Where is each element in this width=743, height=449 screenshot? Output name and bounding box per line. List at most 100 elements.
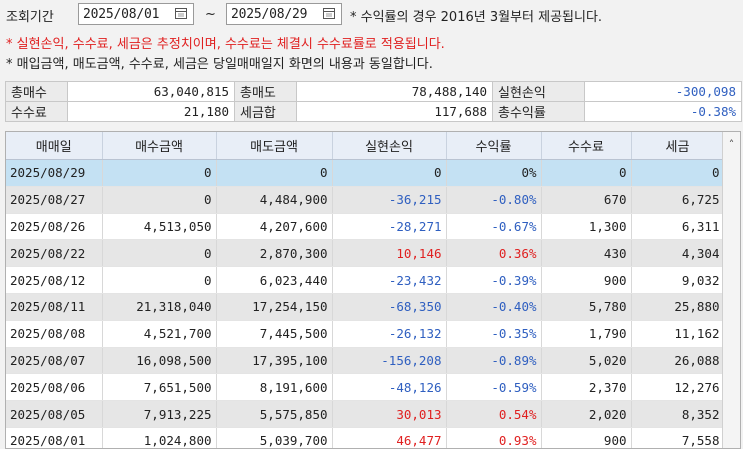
chevron-up-icon[interactable]: ˄	[723, 132, 740, 156]
total-return-value: -0.38%	[584, 101, 742, 122]
end-date-value: 2025/08/29	[231, 6, 308, 22]
cell-sell: 4,484,900	[216, 186, 333, 214]
cell-sell: 8,191,600	[216, 373, 333, 402]
vertical-scrollbar[interactable]: ˄	[722, 132, 740, 448]
cell-buy: 0	[102, 159, 217, 187]
cell-ret: 0%	[446, 159, 542, 187]
cell-pnl: -68,350	[332, 293, 447, 321]
cell-tax: 11,162	[631, 320, 725, 348]
start-date-value: 2025/08/01	[83, 6, 160, 22]
cell-pnl: -23,432	[332, 266, 447, 294]
cell-fee: 5,020	[541, 347, 632, 375]
table-row[interactable]: 2025/08/29 0 0 0 0% 0 0	[6, 159, 725, 187]
cell-pnl: -156,208	[332, 347, 447, 375]
fee-label: 수수료	[5, 101, 68, 122]
tax-label: 세금합	[234, 101, 297, 122]
table-row[interactable]: 2025/08/22 0 2,870,300 10,146 0.36% 430 4,304	[6, 239, 725, 268]
column-header[interactable]: 세금	[631, 132, 725, 160]
cell-pnl: -36,215	[332, 186, 447, 214]
fee-value: 21,180	[67, 101, 235, 122]
trade-table: 매매일 매수금액 매도금액 실현손익 수익률 수수료 세금 2025/08/29 0 0 0 0% 0…	[6, 132, 725, 448]
cell-sell: 6,023,440	[216, 266, 333, 294]
table-row[interactable]: 2025/08/12 0 6,023,440 -23,432 -0.39% 900 9,03…	[6, 266, 725, 294]
cell-ret: -0.67%	[446, 213, 542, 241]
trade-grid[interactable]: 매매일 매수금액 매도금액 실현손익 수익률 수수료 세금 2025/08/29 0 0 0 0% 0…	[5, 131, 741, 449]
cell-tax: 0	[631, 159, 725, 187]
cell-buy: 7,651,500	[102, 373, 217, 402]
cell-sell: 4,207,600	[216, 213, 333, 241]
realized-pnl-label: 실현손익	[492, 81, 585, 102]
period-label: 조회기간	[6, 10, 54, 25]
cell-date: 2025/08/07	[6, 347, 103, 375]
calendar-icon[interactable]	[173, 5, 191, 23]
cell-sell: 2,870,300	[216, 239, 333, 268]
column-header[interactable]: 수익률	[446, 132, 542, 160]
table-row[interactable]: 2025/08/27 0 4,484,900 -36,215 -0.80% 670 6,72…	[6, 186, 725, 214]
cell-fee: 900	[541, 266, 632, 294]
cell-pnl: -28,271	[332, 213, 447, 241]
column-header[interactable]: 실현손익	[332, 132, 447, 160]
total-buy-value: 63,040,815	[67, 81, 235, 102]
column-header[interactable]: 매도금액	[216, 132, 333, 160]
cell-buy: 21,318,040	[102, 293, 217, 321]
estimate-note: * 실현손익, 수수료, 세금은 추정치이며, 수수료는 체결시 수수료률로 적…	[6, 37, 445, 52]
cell-date: 2025/08/08	[6, 320, 103, 348]
column-header[interactable]: 수수료	[541, 132, 632, 160]
cell-ret: -0.40%	[446, 293, 542, 321]
cell-tax: 12,276	[631, 373, 725, 402]
cell-ret: -0.35%	[446, 320, 542, 348]
calendar-icon[interactable]	[321, 5, 339, 23]
cell-tax: 6,725	[631, 186, 725, 214]
cell-ret: -0.59%	[446, 373, 542, 402]
cell-ret: 0.36%	[446, 239, 542, 268]
cell-buy: 4,521,700	[102, 320, 217, 348]
summary-table: 총매수 63,040,815 총매도 78,488,140 실현손익 -300,…	[5, 81, 742, 122]
cell-fee: 430	[541, 239, 632, 268]
cell-buy: 1,024,800	[102, 427, 217, 448]
cell-date: 2025/08/05	[6, 400, 103, 428]
cell-date: 2025/08/26	[6, 213, 103, 241]
cell-date: 2025/08/11	[6, 293, 103, 321]
cell-buy: 0	[102, 186, 217, 214]
cell-tax: 4,304	[631, 239, 725, 268]
cell-ret: -0.80%	[446, 186, 542, 214]
cell-ret: -0.89%	[446, 347, 542, 375]
table-row[interactable]: 2025/08/08 4,521,700 7,445,500 -26,132 -0.35…	[6, 320, 725, 348]
cell-sell: 0	[216, 159, 333, 187]
cell-buy: 0	[102, 266, 217, 294]
cell-pnl: 10,146	[332, 239, 447, 268]
cell-sell: 17,395,100	[216, 347, 333, 375]
cell-date: 2025/08/29	[6, 159, 103, 187]
table-row[interactable]: 2025/08/11 21,318,040 17,254,150 -68,350 -0.…	[6, 293, 725, 321]
cell-tax: 7,558	[631, 427, 725, 448]
column-header[interactable]: 매수금액	[102, 132, 217, 160]
cell-fee: 0	[541, 159, 632, 187]
table-row[interactable]: 2025/08/01 1,024,800 5,039,700 46,477 0.93% 9…	[6, 427, 725, 448]
table-row[interactable]: 2025/08/26 4,513,050 4,207,600 -28,271 -0.67…	[6, 213, 725, 241]
date-range-separator: ~	[205, 7, 216, 22]
same-content-note: * 매입금액, 매도금액, 수수료, 세금은 당일매매일지 화면의 내용과 동일…	[6, 57, 433, 72]
end-date-field[interactable]: 2025/08/29	[226, 3, 342, 25]
cell-fee: 670	[541, 186, 632, 214]
cell-fee: 1,790	[541, 320, 632, 348]
table-row[interactable]: 2025/08/06 7,651,500 8,191,600 -48,126 -0.59…	[6, 373, 725, 402]
table-row[interactable]: 2025/08/07 16,098,500 17,395,100 -156,208 -0…	[6, 347, 725, 375]
cell-buy: 0	[102, 239, 217, 268]
cell-fee: 900	[541, 427, 632, 448]
cell-fee: 5,780	[541, 293, 632, 321]
filter-bar: 조회기간 2025/08/01 ~ 2025/08/29 * 수익률의 경우 2…	[0, 0, 743, 30]
total-sell-label: 총매도	[234, 81, 297, 102]
cell-fee: 1,300	[541, 213, 632, 241]
column-header[interactable]: 매매일	[6, 132, 103, 160]
return-note: * 수익률의 경우 2016년 3월부터 제공됩니다.	[350, 10, 603, 25]
total-sell-value: 78,488,140	[296, 81, 493, 102]
cell-sell: 17,254,150	[216, 293, 333, 321]
cell-ret: 0.93%	[446, 427, 542, 448]
table-row[interactable]: 2025/08/05 7,913,225 5,575,850 30,013 0.54% 2…	[6, 400, 725, 428]
grid-header: 매매일 매수금액 매도금액 실현손익 수익률 수수료 세금	[6, 132, 725, 160]
cell-pnl: 30,013	[332, 400, 447, 428]
cell-pnl: -26,132	[332, 320, 447, 348]
start-date-field[interactable]: 2025/08/01	[78, 3, 194, 25]
cell-tax: 9,032	[631, 266, 725, 294]
cell-date: 2025/08/12	[6, 266, 103, 294]
